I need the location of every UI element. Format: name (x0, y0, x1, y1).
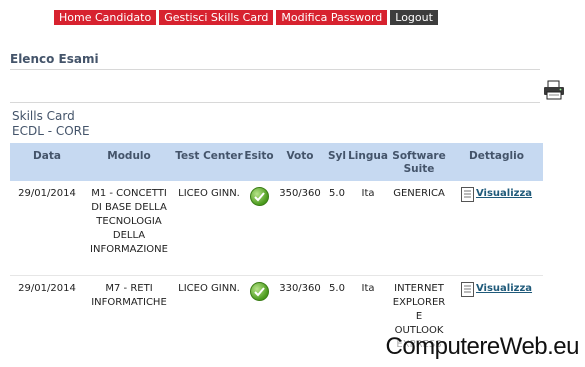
skills-card-title: Skills Card (12, 109, 75, 123)
exam-date: 29/01/2014 (18, 283, 76, 294)
column-header-esito: Esito (244, 143, 274, 181)
exam-score: 350/360 (274, 181, 326, 276)
exam-module: M1 - CONCETTI DI BASE DELLA TECNOLOGIA D… (84, 181, 174, 276)
nav-home-candidato[interactable]: Home Candidato (54, 10, 157, 25)
nav-modifica-password[interactable]: Modifica Password (276, 10, 388, 25)
exam-test-center: LICEO GINN. (178, 283, 240, 294)
column-header-lingua: Lingua (348, 143, 388, 181)
exam-detail: Visualizza (450, 181, 543, 276)
section-title: Elenco Esami (10, 52, 99, 66)
column-header-syl: Syl (326, 143, 348, 181)
column-header-test-center: Test Center (174, 143, 244, 181)
check-circle-icon (249, 187, 269, 206)
detail-link-group: Visualizza (460, 187, 532, 202)
exam-date: 29/01/2014 (10, 181, 84, 276)
skills-card-label: Skills Card ECDL - CORE (12, 109, 90, 139)
exam-syllabus: 5.0 (329, 283, 345, 294)
exam-result (244, 181, 274, 276)
skills-card-type: ECDL - CORE (12, 124, 90, 138)
exam-module: M7 - RETI INFORMATICHE (91, 283, 167, 308)
detail-link-group: Visualizza (460, 282, 532, 297)
top-nav: Home Candidato Gestisci Skills Card Modi… (54, 10, 438, 25)
exam-language: Ita (361, 283, 375, 294)
divider (10, 102, 540, 103)
divider (10, 69, 540, 70)
nav-logout[interactable]: Logout (390, 10, 438, 25)
visualizza-link[interactable]: Visualizza (476, 282, 532, 296)
nav-gestisci-skills-card[interactable]: Gestisci Skills Card (159, 10, 274, 25)
document-icon (460, 282, 474, 297)
table-header-row: Data Modulo Test Center Esito Voto Syl L… (10, 143, 543, 181)
column-header-modulo: Modulo (84, 143, 174, 181)
exam-software-suite: GENERICA (388, 181, 450, 276)
table-row: 29/01/2014 M1 - CONCETTI DI BASE DELLA T… (10, 181, 543, 276)
visualizza-link[interactable]: Visualizza (476, 187, 532, 201)
exams-table: Data Modulo Test Center Esito Voto Syl L… (10, 143, 543, 360)
exam-language: Ita (348, 181, 388, 276)
column-header-data: Data (10, 143, 84, 181)
exam-result (244, 276, 274, 361)
document-icon (460, 187, 474, 202)
column-header-dettaglio: Dettaglio (450, 143, 543, 181)
column-header-software-suite: Software Suite (388, 143, 450, 181)
exam-score: 330/360 (279, 283, 321, 294)
watermark-text: ComputereWeb.eu (385, 333, 579, 361)
printer-icon[interactable] (543, 80, 565, 100)
exam-test-center: LICEO GINN. (174, 181, 244, 276)
check-circle-icon (249, 282, 269, 301)
exam-syllabus: 5.0 (326, 181, 348, 276)
column-header-voto: Voto (274, 143, 326, 181)
